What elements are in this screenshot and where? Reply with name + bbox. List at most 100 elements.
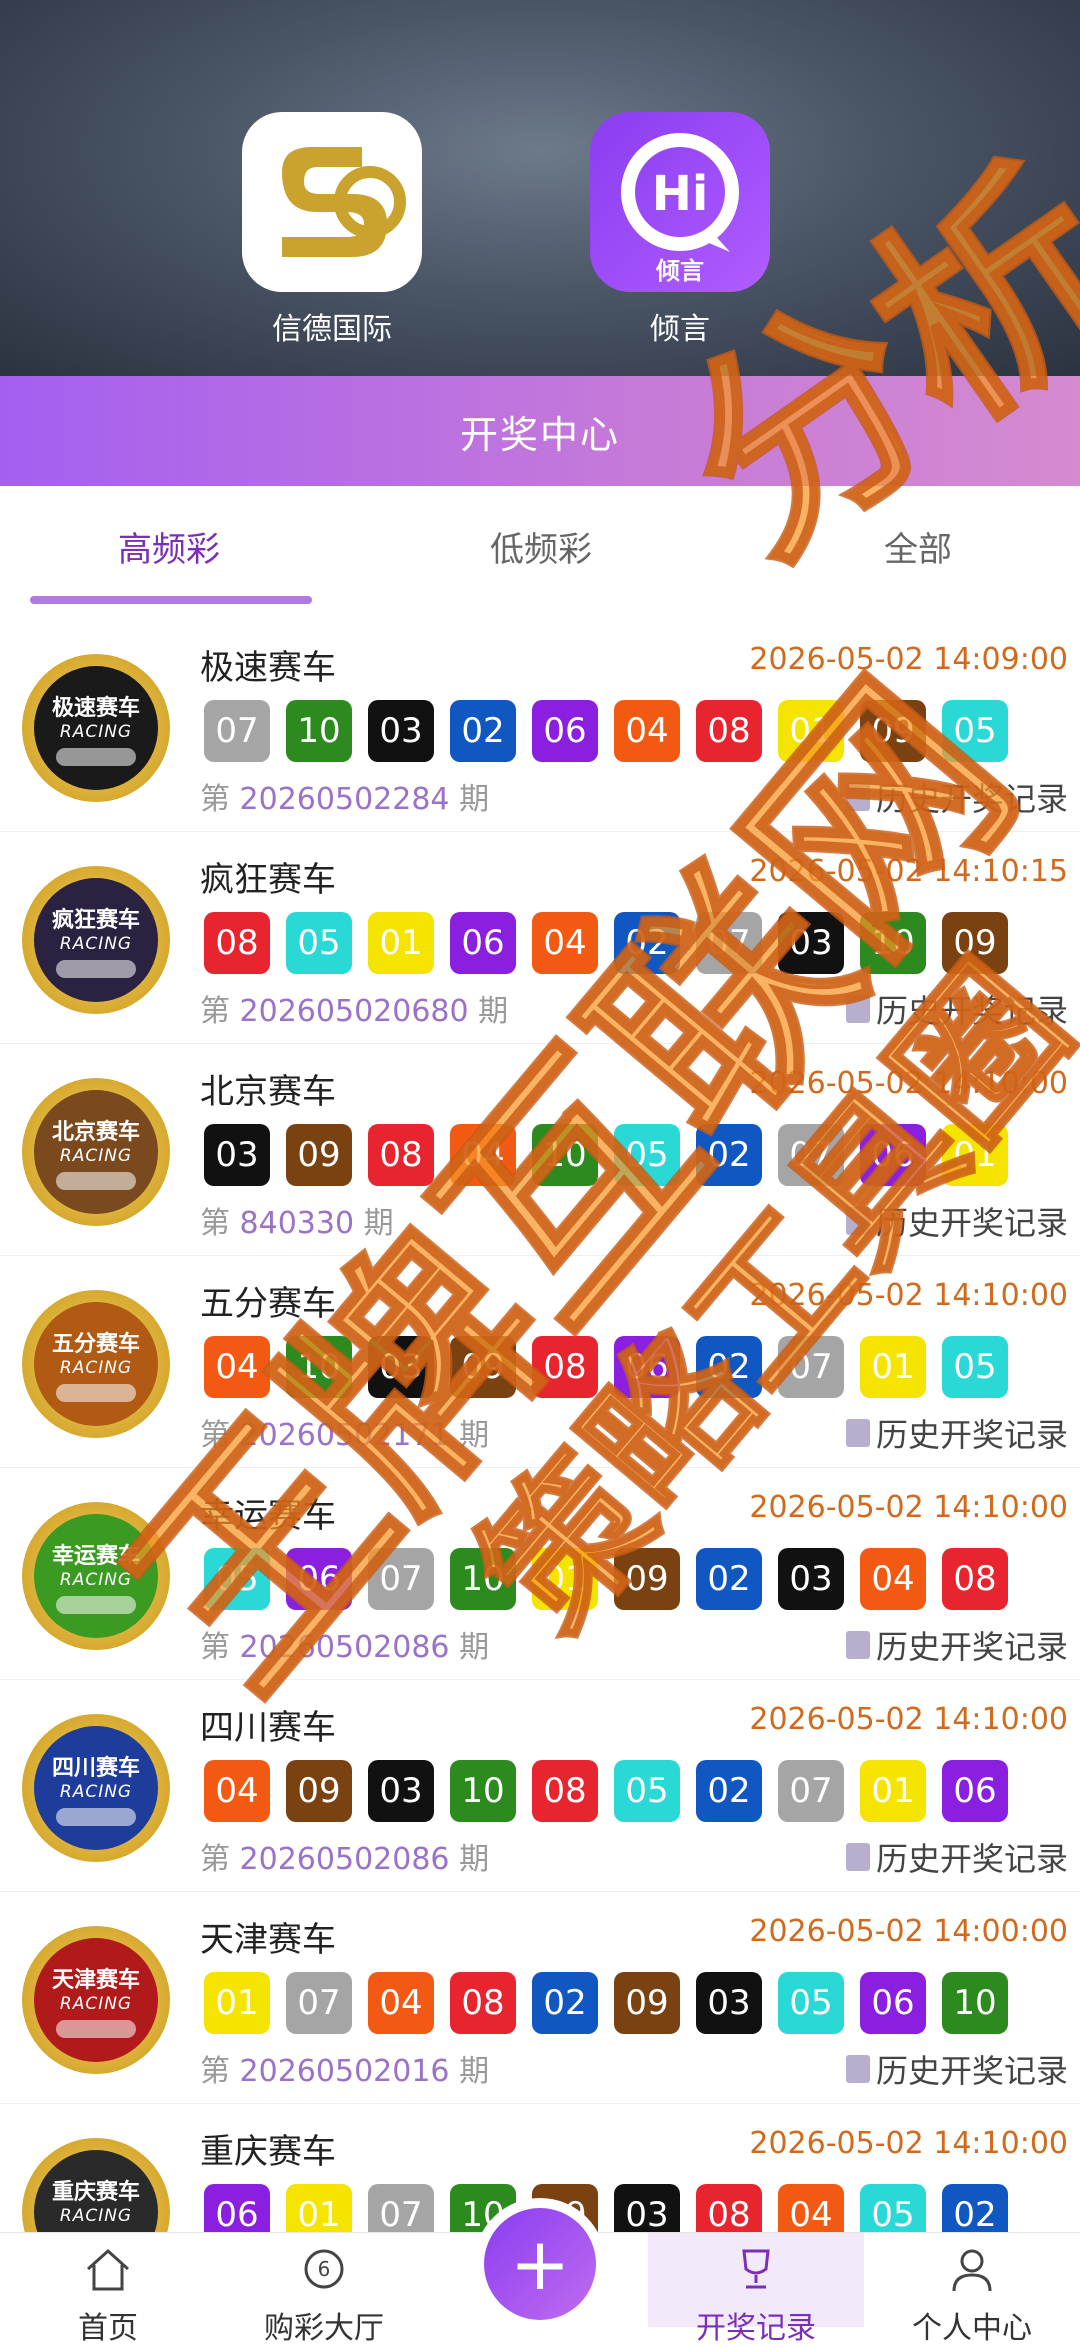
result-ball: 04: [614, 700, 680, 762]
period-number: 202605020680: [239, 994, 469, 1029]
period-prefix: 第: [200, 1206, 230, 1241]
result-ball: 08: [696, 700, 762, 762]
result-ball: 09: [450, 1336, 516, 1398]
badge-subtitle: RACING: [59, 722, 133, 742]
app-name: 信德国际: [272, 312, 392, 347]
tab-high-frequency[interactable]: 高频彩: [118, 522, 220, 571]
result-ball: 08: [368, 1124, 434, 1186]
result-ball: 05: [204, 1548, 270, 1610]
period-suffix: 期: [363, 1206, 394, 1241]
badge-title: 重庆赛车: [51, 2180, 140, 2205]
nav-home[interactable]: 首页: [0, 2233, 216, 2346]
result-ball: 08: [204, 912, 270, 974]
sd-logo-icon: [242, 112, 422, 292]
history-link[interactable]: 历史开奖记录: [845, 1834, 1068, 1880]
draw-time: 2026-05-02 14:10:00: [749, 1702, 1068, 1737]
nav-draw-records[interactable]: 开奖记录: [648, 2233, 864, 2346]
history-link[interactable]: 历史开奖记录: [845, 1410, 1068, 1456]
period-prefix: 第: [200, 1418, 230, 1453]
period-prefix: 第: [200, 1842, 230, 1877]
result-balls: 04 10 03 09 08 06 02 07 01 05: [204, 1336, 1008, 1398]
lottery-hall-icon: 6: [304, 2249, 344, 2289]
nav-lottery-hall[interactable]: 6 购彩大厅: [216, 2233, 432, 2346]
car-icon: [56, 748, 136, 766]
result-ball: 01: [286, 2184, 352, 2232]
result-ball: 05: [778, 1972, 844, 2034]
result-ball: 10: [532, 1124, 598, 1186]
result-ball: 02: [696, 1760, 762, 1822]
badge-subtitle: RACING: [59, 1782, 133, 1802]
svg-text:6: 6: [318, 2257, 331, 2281]
game-badge-icon: 极速赛车 RACING: [22, 654, 170, 802]
result-ball: 03: [778, 1548, 844, 1610]
period-suffix: 期: [459, 2054, 490, 2089]
badge-title: 五分赛车: [51, 1332, 140, 1357]
app-launcher-area: 信德国际 Hi 倾言 倾言: [0, 0, 1080, 376]
car-icon: [56, 1596, 136, 1614]
result-ball: 09: [942, 912, 1008, 974]
result-ball: 10: [860, 912, 926, 974]
result-ball: 10: [942, 1972, 1008, 2034]
tab-low-frequency[interactable]: 低频彩: [490, 522, 592, 571]
result-ball: 09: [860, 700, 926, 762]
result-ball: 05: [942, 1336, 1008, 1398]
result-ball: 04: [860, 1548, 926, 1610]
lottery-row[interactable]: 疯狂赛车 RACING 疯狂赛车 2026-05-02 14:10:15 08 0…: [0, 832, 1080, 1044]
result-balls: 03 09 08 04 10 05 02 07 06 01: [204, 1124, 1008, 1186]
draw-time: 2026-05-02 14:10:00: [749, 1278, 1068, 1313]
svg-text:Hi: Hi: [652, 166, 709, 222]
history-link[interactable]: 历史开奖记录: [845, 1198, 1068, 1244]
result-balls: 06010710090308040502: [204, 2184, 1008, 2232]
history-link[interactable]: 历史开奖记录: [845, 1622, 1068, 1668]
app-badge-text: 倾言: [656, 257, 704, 285]
lottery-name: 疯狂赛车: [200, 860, 336, 900]
result-ball: 01: [204, 1972, 270, 2034]
badge-title: 幸运赛车: [51, 1544, 140, 1569]
game-badge-icon: 四川赛车 RACING: [22, 1714, 170, 1862]
result-ball: 02: [532, 1972, 598, 2034]
period-text: 第 20260502016 期: [200, 2046, 489, 2090]
app-shortcut-qingyan[interactable]: Hi 倾言 倾言: [590, 112, 770, 348]
period-text: 第 20260502086 期: [200, 1834, 489, 1878]
lottery-row[interactable]: 天津赛车 RACING 天津赛车 2026-05-02 14:00:00 01 0…: [0, 1892, 1080, 2104]
result-ball: 03: [778, 912, 844, 974]
result-ball: 04: [204, 1336, 270, 1398]
period-prefix: 第: [200, 782, 230, 817]
period-number: 20260502284: [239, 782, 450, 817]
result-ball: 10: [286, 1336, 352, 1398]
page-title-banner: 开奖中心: [0, 376, 1080, 486]
history-link[interactable]: 历史开奖记录: [845, 774, 1068, 820]
lottery-row[interactable]: 五分赛车 RACING 五分赛车 2026-05-02 14:10:00 04 1…: [0, 1256, 1080, 1468]
result-ball: 07: [368, 1548, 434, 1610]
period-number: 20260502086: [239, 1842, 450, 1877]
lottery-row[interactable]: 极速赛车 RACING 极速赛车 2026-05-02 14:09:00 07 1…: [0, 620, 1080, 832]
result-ball: 07: [778, 1760, 844, 1822]
car-icon: [56, 1808, 136, 1826]
category-tabs: 高频彩 低频彩 全部: [0, 486, 1080, 620]
app-shortcut-xinde[interactable]: 信德国际: [242, 112, 422, 348]
tab-all[interactable]: 全部: [884, 522, 952, 571]
result-ball: 02: [942, 2184, 1008, 2232]
history-link[interactable]: 历史开奖记录: [845, 986, 1068, 1032]
result-ball: 02: [696, 1124, 762, 1186]
document-icon: [845, 995, 870, 1023]
home-icon: [86, 2248, 130, 2291]
lottery-row[interactable]: 四川赛车 RACING 四川赛车 2026-05-02 14:10:00 04 0…: [0, 1680, 1080, 1892]
result-ball: 06: [860, 1124, 926, 1186]
nav-profile[interactable]: 个人中心: [864, 2233, 1080, 2346]
history-label: 历史开奖记录: [875, 1628, 1068, 1666]
result-ball: 02: [450, 700, 516, 762]
result-ball: 09: [614, 1548, 680, 1610]
lottery-row[interactable]: 幸运赛车 RACING 幸运赛车 2026-05-02 14:10:00 05 0…: [0, 1468, 1080, 1680]
lottery-row[interactable]: 北京赛车 RACING 北京赛车 2026-05-02 14:10:00 03 0…: [0, 1044, 1080, 1256]
document-icon: [845, 1843, 870, 1871]
period-prefix: 第: [200, 1630, 230, 1665]
plus-icon: +: [484, 2208, 596, 2320]
period-number: 20260502171: [239, 1418, 450, 1453]
result-ball: 09: [286, 1760, 352, 1822]
history-link[interactable]: 历史开奖记录: [845, 2046, 1068, 2092]
result-ball: 03: [368, 700, 434, 762]
add-button[interactable]: +: [474, 2198, 606, 2330]
result-balls: 07 10 03 02 06 04 08 01 09 05: [204, 700, 1008, 762]
history-label: 历史开奖记录: [875, 1416, 1068, 1454]
